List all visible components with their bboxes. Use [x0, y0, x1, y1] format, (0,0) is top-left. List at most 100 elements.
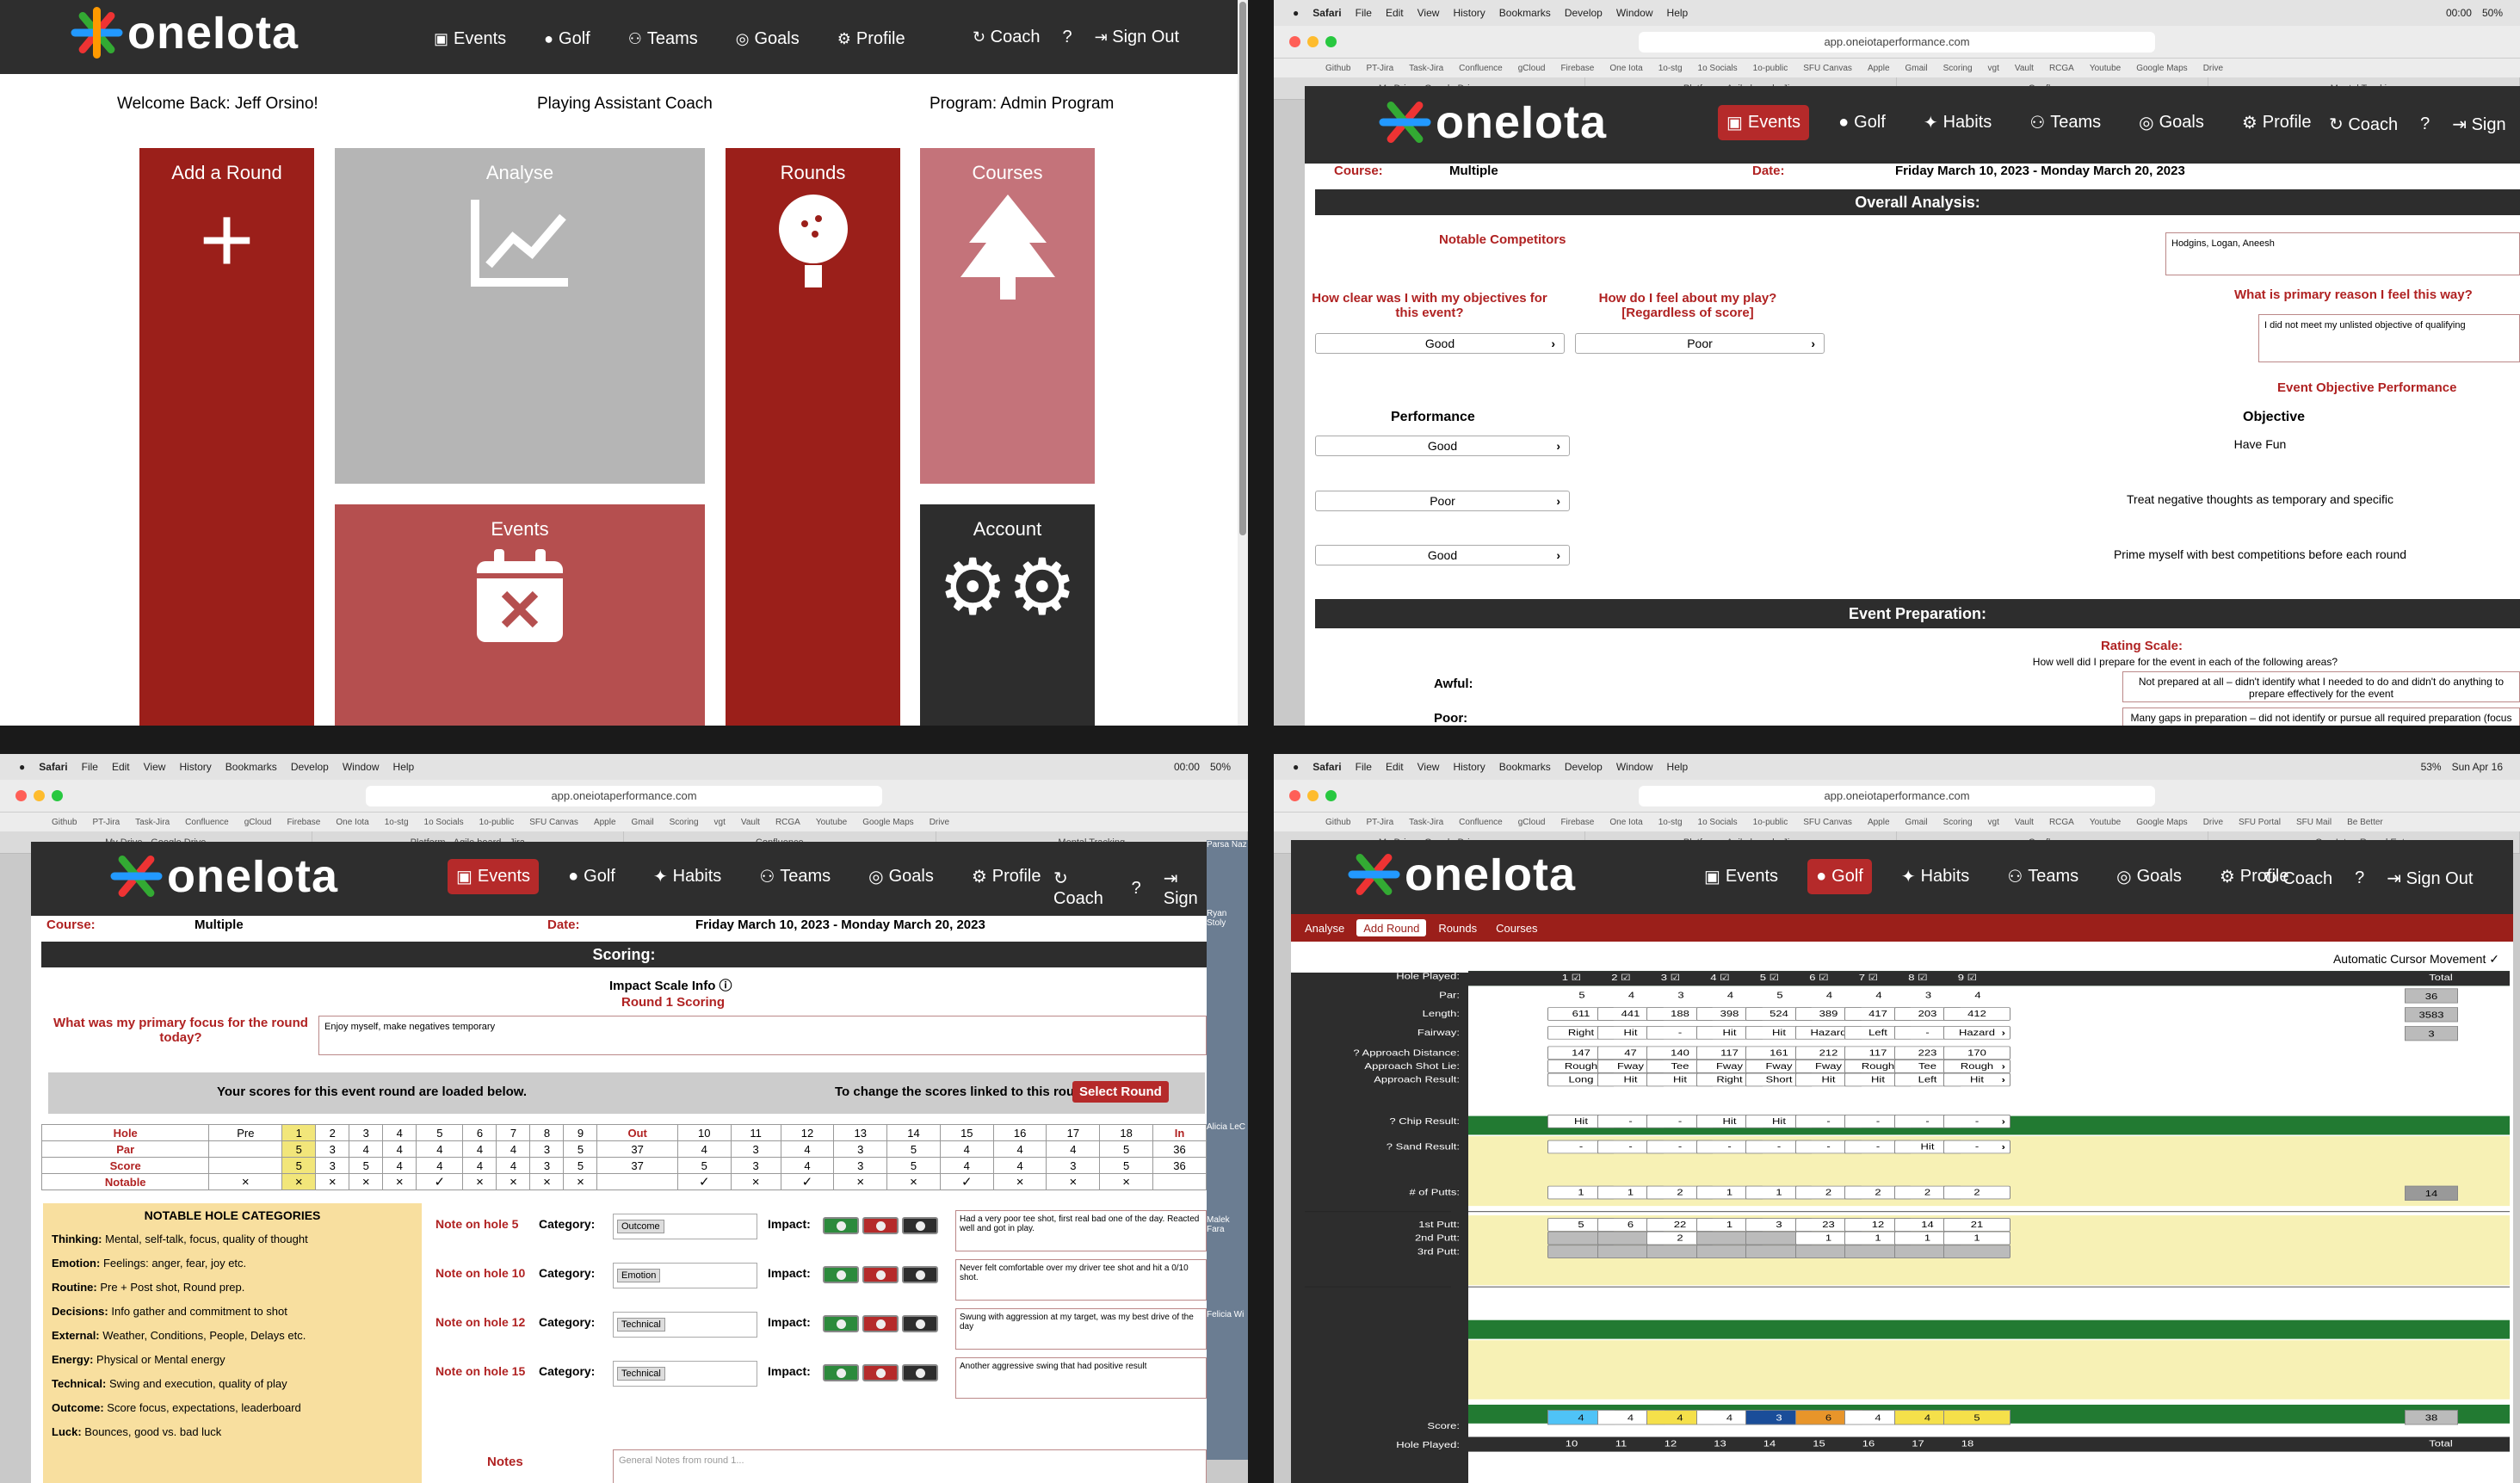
- p1-cell[interactable]: 21: [1943, 1218, 2010, 1232]
- length-cell[interactable]: 412: [1943, 1007, 2010, 1021]
- general-notes-field[interactable]: General Notes from round 1...: [613, 1449, 1207, 1483]
- zoom-icon[interactable]: [52, 790, 63, 801]
- signout-link[interactable]: ⇥ Sign Out: [1095, 28, 1179, 47]
- tile-courses[interactable]: Courses: [920, 148, 1095, 484]
- feel-select[interactable]: Poor: [1575, 333, 1825, 354]
- category-chip[interactable]: Technical: [617, 1318, 665, 1332]
- coach-link[interactable]: ↻ Coach: [2329, 114, 2398, 135]
- score-cell[interactable]: ×: [496, 1173, 531, 1190]
- help-circle-icon[interactable]: ?: [1353, 1047, 1362, 1058]
- category-select[interactable]: Emotion: [613, 1263, 757, 1288]
- zoom-icon[interactable]: [1325, 36, 1337, 47]
- nav-habits[interactable]: ✦ Habits: [645, 859, 730, 894]
- impact-neutral-button[interactable]: [902, 1364, 938, 1381]
- score-cell[interactable]: ×: [833, 1173, 888, 1190]
- score-cell[interactable]: ×: [315, 1173, 350, 1190]
- note-text-field[interactable]: Had a very poor tee shot, first real bad…: [955, 1210, 1207, 1251]
- category-select[interactable]: Technical: [613, 1361, 757, 1387]
- checkbox-icon[interactable]: ☑: [1667, 973, 1681, 983]
- impact-neutral-button[interactable]: [902, 1266, 938, 1283]
- category-select[interactable]: Outcome: [613, 1214, 757, 1239]
- impact-negative-button[interactable]: [862, 1364, 899, 1381]
- nav-teams[interactable]: ⚇ Teams: [2021, 105, 2109, 140]
- appdist-cell[interactable]: 170: [1943, 1046, 2010, 1060]
- minimize-icon[interactable]: [1307, 790, 1319, 801]
- p2-cell[interactable]: 1: [1943, 1231, 2010, 1245]
- nav-goals[interactable]: ◎ Goals: [860, 859, 942, 894]
- competitors-field[interactable]: Hodgins, Logan, Aneesh: [2165, 232, 2520, 275]
- impact-positive-button[interactable]: [823, 1364, 859, 1381]
- objective-2-performance[interactable]: Poor: [1315, 491, 1570, 511]
- p3-cell[interactable]: [1943, 1245, 2010, 1258]
- note-text-field[interactable]: Never felt comfortable over my driver te…: [955, 1259, 1207, 1301]
- nav-goals[interactable]: ◎ Goals: [2130, 105, 2213, 140]
- category-chip[interactable]: Technical: [617, 1367, 665, 1381]
- url-bar[interactable]: app.oneiotaperformance.com: [1639, 31, 2155, 53]
- score-cell[interactable]: ✓: [939, 1173, 994, 1190]
- help-button[interactable]: ?: [1062, 28, 1072, 47]
- score-cell[interactable]: ×: [208, 1173, 283, 1190]
- nav-events[interactable]: ▣ Events: [1695, 859, 1787, 894]
- coach-link[interactable]: ↻ Coach: [2264, 868, 2332, 889]
- impact-positive-button[interactable]: [823, 1315, 859, 1332]
- nav-goals[interactable]: ◎ Goals: [727, 22, 808, 56]
- nav-profile[interactable]: ⚙ Profile: [829, 22, 914, 56]
- chip-cell[interactable]: -: [1943, 1115, 2010, 1128]
- clarity-select[interactable]: Good: [1315, 333, 1565, 354]
- score-cell[interactable]: ×: [730, 1173, 781, 1190]
- close-icon[interactable]: [1289, 36, 1300, 47]
- impact-neutral-button[interactable]: [902, 1217, 938, 1234]
- checkbox-icon[interactable]: ☑: [1914, 973, 1928, 983]
- nav-habits[interactable]: ✦ Habits: [1893, 859, 1978, 894]
- note-text-field[interactable]: Another aggressive swing that had positi…: [955, 1357, 1207, 1399]
- nav-habits[interactable]: ✦ Habits: [1915, 105, 2000, 140]
- objective-1-performance[interactable]: Good: [1315, 436, 1570, 456]
- subtab-add-round[interactable]: Add Round: [1356, 919, 1427, 936]
- zoom-icon[interactable]: [1325, 790, 1337, 801]
- score-cell[interactable]: ✓: [780, 1173, 835, 1190]
- signout-link[interactable]: ⇥ Sign: [1164, 868, 1207, 909]
- score-cell[interactable]: [1152, 1173, 1207, 1190]
- subtab-analyse[interactable]: Analyse: [1298, 919, 1351, 936]
- minimize-icon[interactable]: [34, 790, 45, 801]
- checkbox-icon[interactable]: ☑: [1865, 973, 1879, 983]
- select-round-button[interactable]: Select Round: [1072, 1081, 1169, 1103]
- nav-profile[interactable]: ⚙ Profile: [2233, 105, 2320, 140]
- impact-positive-button[interactable]: [823, 1266, 859, 1283]
- hole-played-toggle[interactable]: 18: [1933, 1438, 2002, 1449]
- help-button[interactable]: ?: [2420, 114, 2430, 134]
- score-cell[interactable]: [596, 1173, 678, 1190]
- score-cell[interactable]: ×: [281, 1173, 317, 1190]
- checkbox-icon[interactable]: ☑: [1964, 973, 1978, 983]
- nav-teams[interactable]: ⚇ Teams: [750, 859, 839, 894]
- impact-scale-info[interactable]: Impact Scale Info ⓘ: [609, 976, 732, 994]
- score-cell[interactable]: ×: [382, 1173, 417, 1190]
- score-cell[interactable]: ×: [462, 1173, 497, 1190]
- objective-3-performance[interactable]: Good: [1315, 545, 1570, 565]
- score-cell[interactable]: ✓: [416, 1173, 464, 1190]
- coach-link[interactable]: ↻ Coach: [1053, 868, 1109, 909]
- impact-negative-button[interactable]: [862, 1217, 899, 1234]
- checkbox-icon[interactable]: ☑: [1568, 973, 1582, 983]
- score-cell[interactable]: ×: [529, 1173, 565, 1190]
- score-cell[interactable]: ×: [349, 1173, 384, 1190]
- reason-field[interactable]: I did not meet my unlisted objective of …: [2258, 314, 2520, 362]
- nav-profile[interactable]: ⚙ Profile: [963, 859, 1050, 894]
- category-chip[interactable]: Emotion: [617, 1269, 661, 1282]
- help-button[interactable]: ?: [1132, 879, 1141, 899]
- minimize-icon[interactable]: [1307, 36, 1319, 47]
- tile-events[interactable]: Events: [335, 504, 705, 726]
- oneiota-logo[interactable]: oneIota: [69, 5, 299, 60]
- scrollbar[interactable]: [1238, 0, 1248, 726]
- checkbox-icon[interactable]: ☑: [1617, 973, 1631, 983]
- nav-events[interactable]: ▣ Events: [425, 22, 515, 56]
- oneiota-logo[interactable]: oneIota: [1346, 847, 1576, 902]
- nav-events[interactable]: ▣ Events: [1718, 105, 1810, 140]
- oneiota-logo[interactable]: oneIota: [1377, 95, 1607, 150]
- focus-field[interactable]: Enjoy myself, make negatives temporary: [318, 1016, 1207, 1055]
- signout-link[interactable]: ⇥ Sign: [2452, 114, 2505, 135]
- appres-cell[interactable]: Hit: [1943, 1072, 2010, 1087]
- impact-neutral-button[interactable]: [902, 1315, 938, 1332]
- nav-events[interactable]: ▣ Events: [448, 859, 540, 894]
- impact-negative-button[interactable]: [862, 1266, 899, 1283]
